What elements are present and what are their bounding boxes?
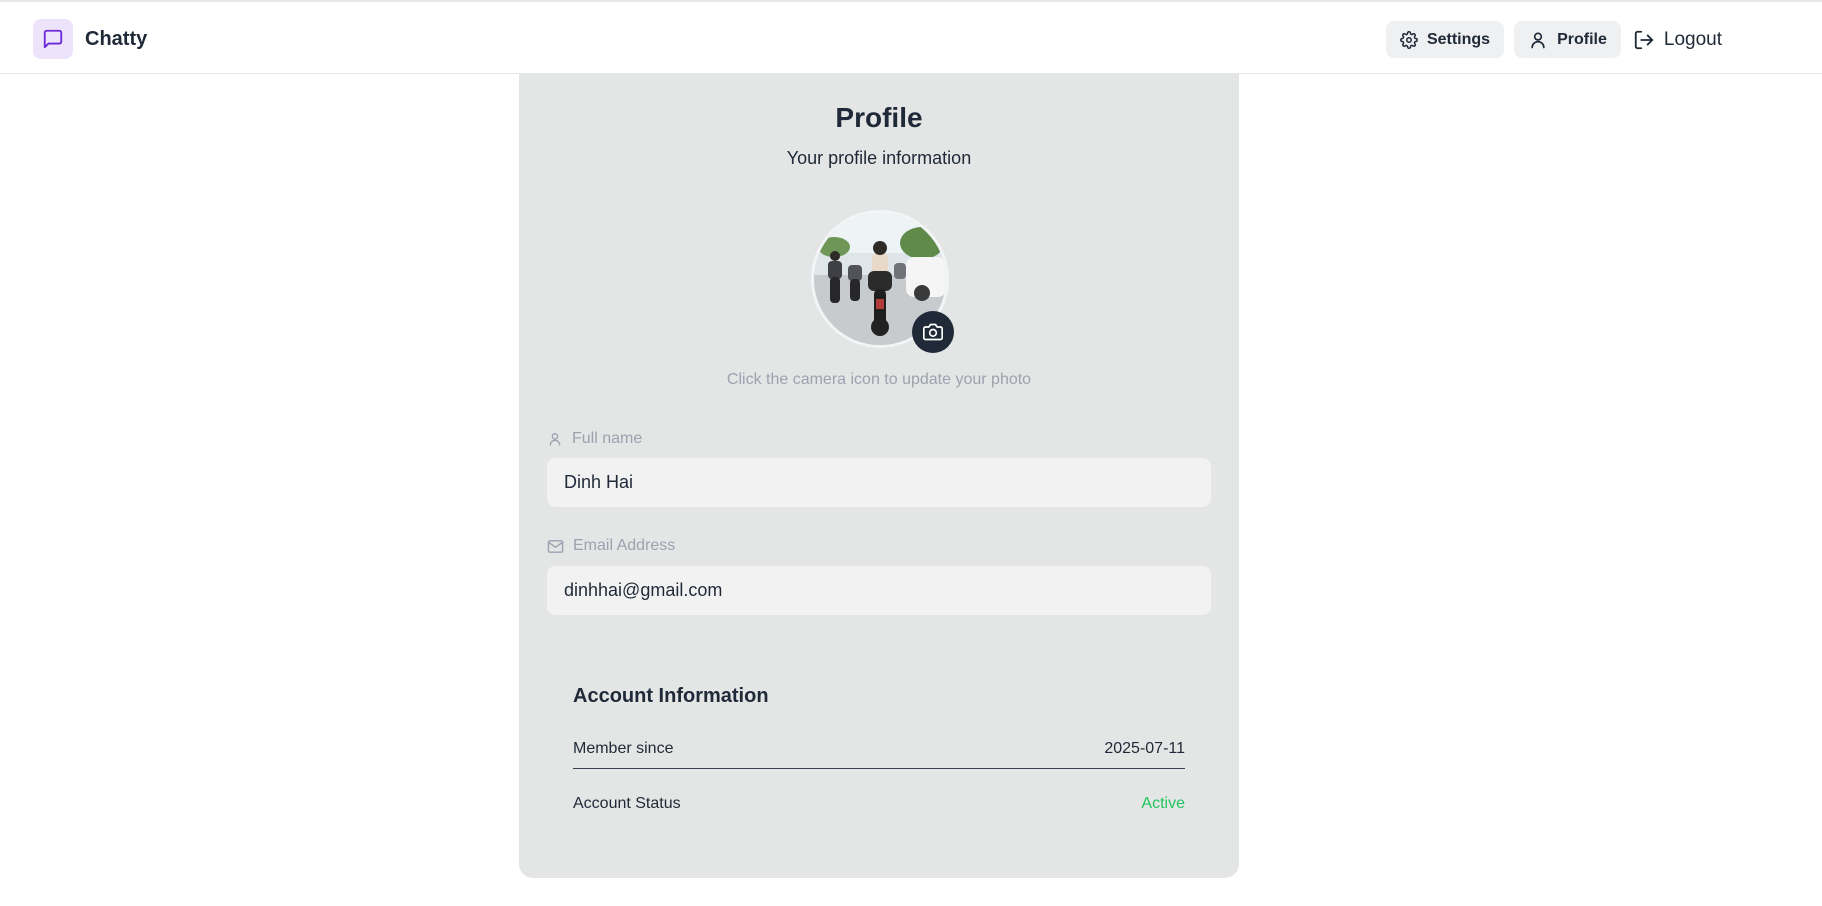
- full-name-label: Full name: [547, 429, 642, 449]
- settings-label: Settings: [1426, 30, 1491, 48]
- member-since-row: Member since 2025-07-11: [573, 735, 1185, 763]
- account-status-label: Account Status: [573, 795, 681, 812]
- account-status-row: Account Status Active: [573, 790, 1185, 818]
- account-info-title: Account Information: [573, 685, 769, 707]
- member-since-value: 2025-07-11: [1104, 740, 1185, 757]
- status-badge: Active: [1141, 795, 1185, 812]
- email-label: Email Address: [547, 536, 675, 556]
- email-field[interactable]: [547, 566, 1211, 615]
- camera-icon: [923, 322, 943, 342]
- logout-label: Logout: [1663, 28, 1722, 50]
- profile-label: Profile: [1557, 30, 1607, 48]
- avatar-hint: Click the camera icon to update your pho…: [726, 371, 1032, 388]
- user-icon: [1528, 30, 1548, 50]
- page-subtitle: Your profile information: [786, 148, 972, 168]
- full-name-field[interactable]: [547, 458, 1211, 507]
- message-square-icon: [33, 19, 73, 59]
- profile-button[interactable]: Profile: [1514, 21, 1621, 58]
- app-name: Chatty: [85, 27, 148, 50]
- avatar-container: [811, 210, 954, 353]
- mail-icon: [547, 538, 564, 555]
- account-divider: [573, 768, 1185, 769]
- full-name-label-text: Full name: [572, 430, 643, 447]
- camera-button[interactable]: [912, 311, 954, 353]
- user-icon: [547, 431, 563, 447]
- settings-button[interactable]: Settings: [1385, 21, 1505, 58]
- page-title: Profile: [835, 102, 923, 133]
- nav-actions: Settings Profile Logout: [1385, 21, 1724, 58]
- navbar: Chatty Settings Profile Logout: [0, 2, 1822, 74]
- email-label-text: Email Address: [573, 537, 676, 554]
- logout-button[interactable]: Logout: [1631, 21, 1724, 58]
- member-since-label: Member since: [573, 740, 674, 757]
- logout-icon: [1633, 29, 1655, 51]
- gear-icon: [1400, 30, 1418, 49]
- profile-card: Profile Your profile information Click t…: [519, 74, 1239, 878]
- brand-link[interactable]: Chatty: [33, 19, 147, 59]
